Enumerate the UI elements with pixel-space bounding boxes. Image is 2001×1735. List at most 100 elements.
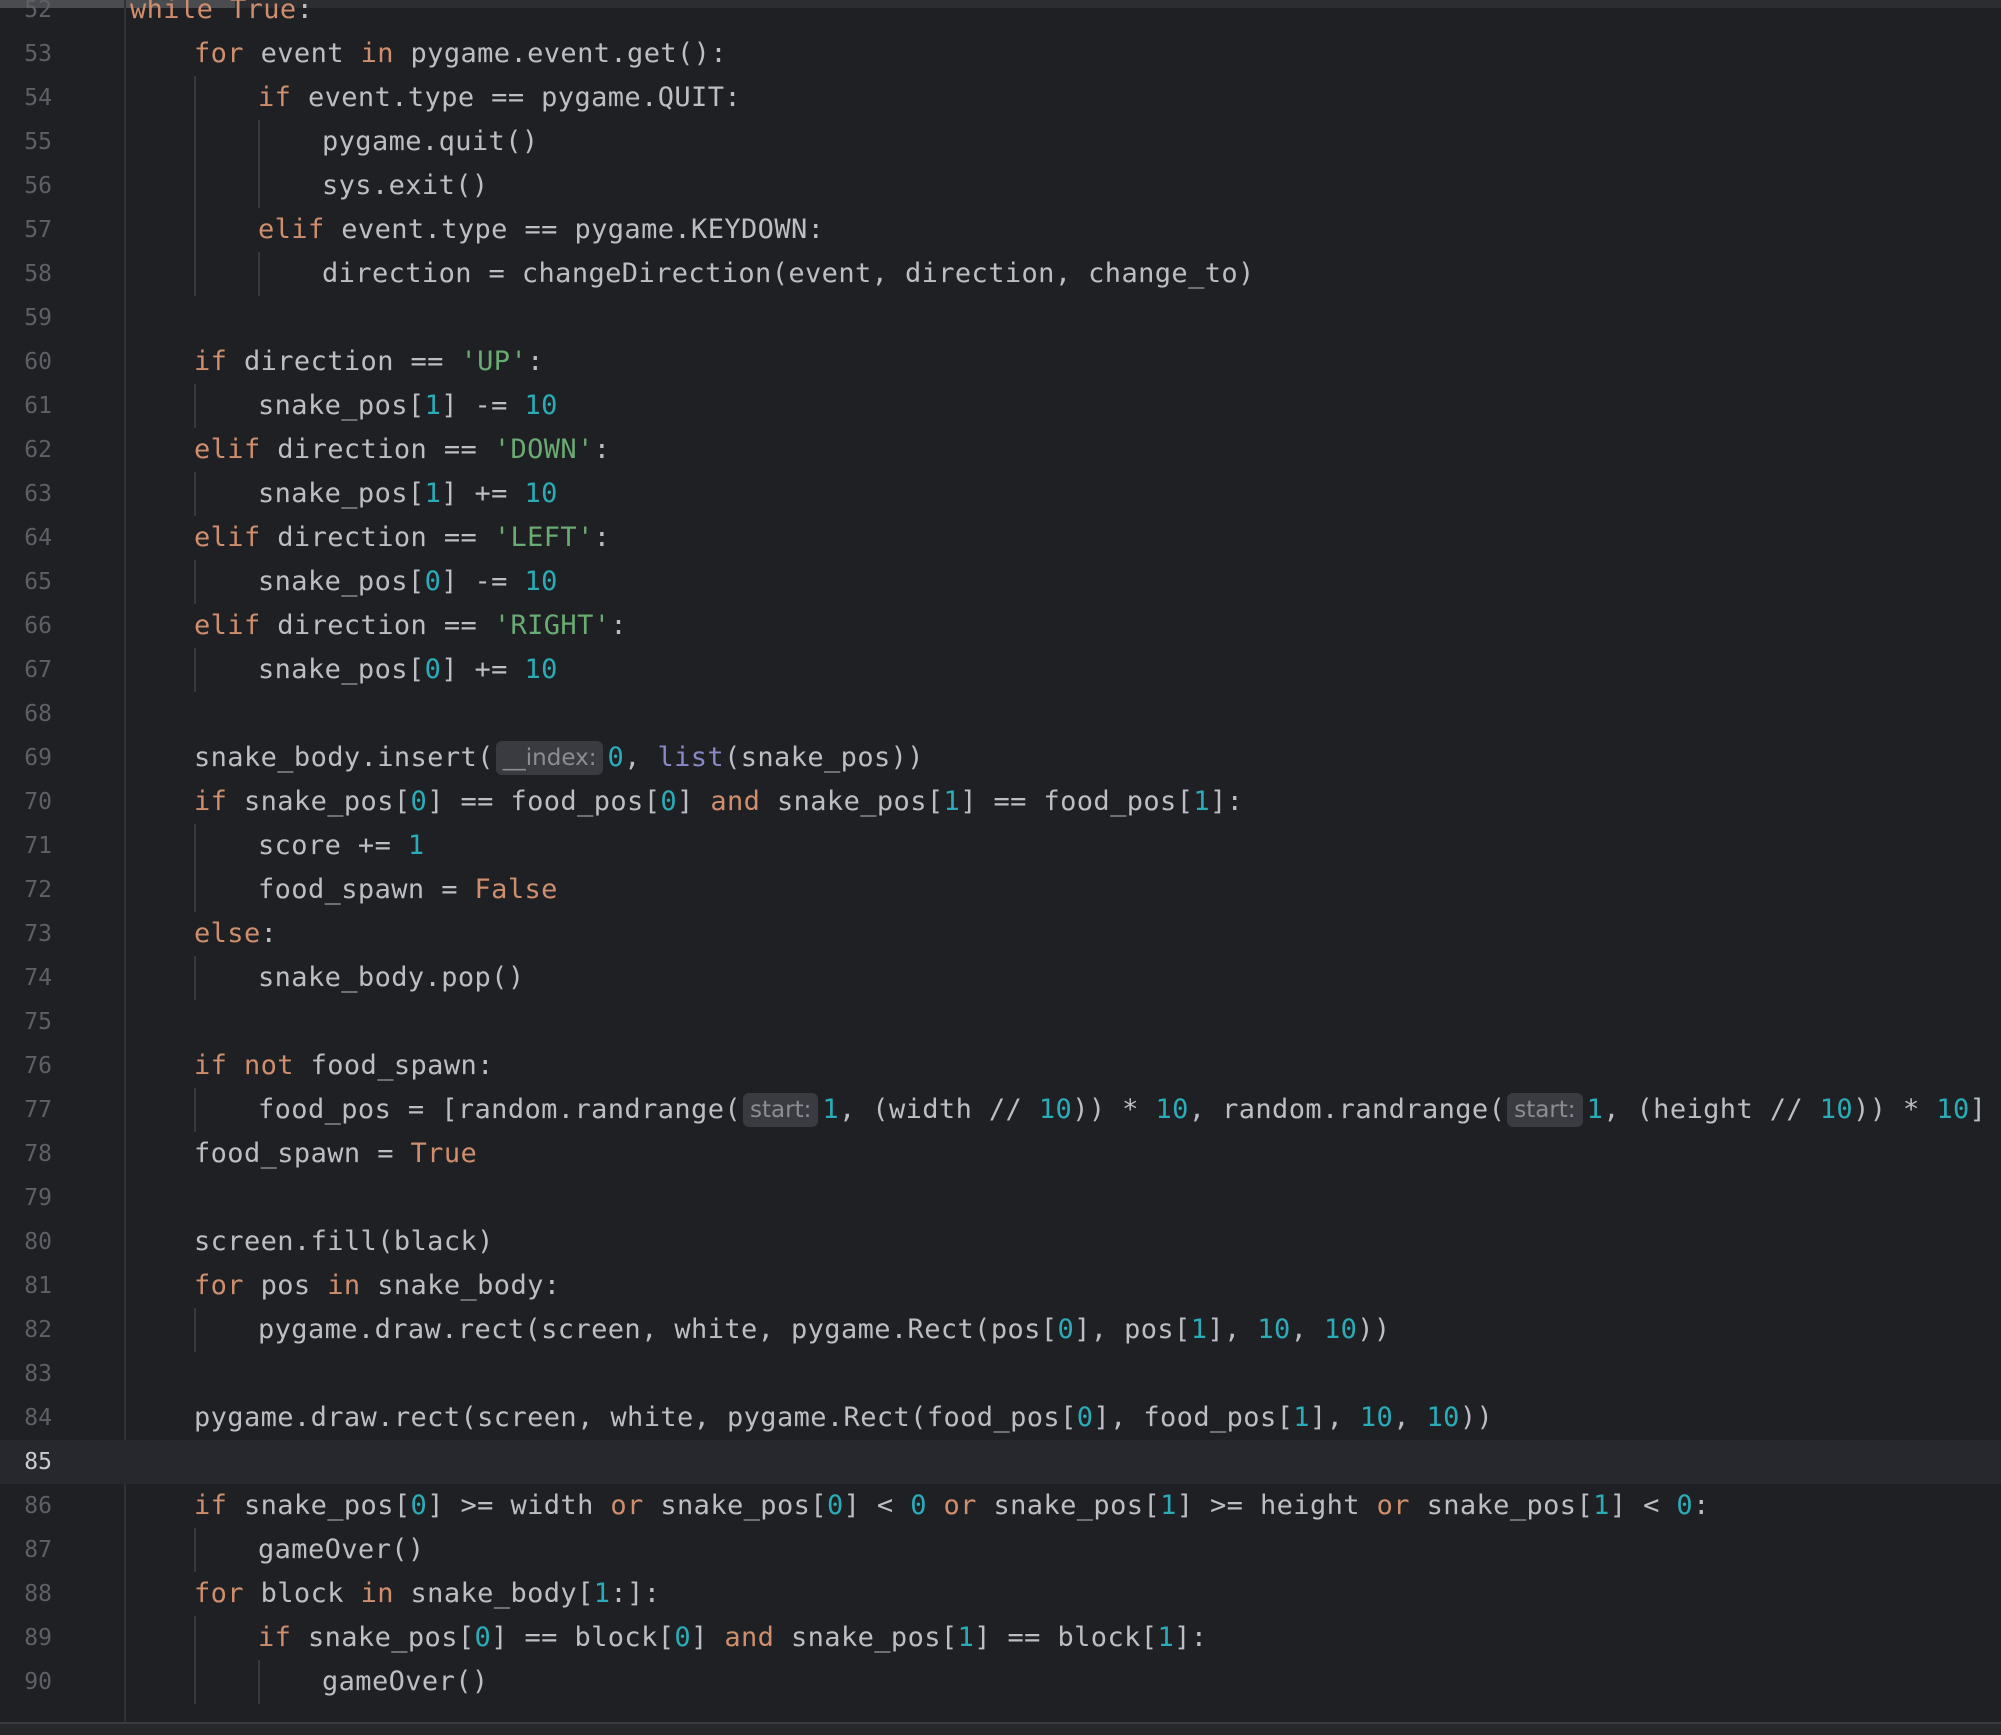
code-text[interactable]: if not food_spawn: — [194, 1044, 494, 1088]
code-line[interactable]: 86 if snake_pos[0] >= width or snake_pos[… — [0, 1484, 2001, 1528]
code-text[interactable]: food_spawn = False — [258, 868, 558, 912]
line-number[interactable]: 54 — [0, 76, 52, 120]
code-text[interactable]: gameOver() — [258, 1528, 425, 1572]
code-line[interactable]: 63 snake_pos[1] += 10 — [0, 472, 2001, 516]
code-line[interactable]: 70 if snake_pos[0] == food_pos[0] and sna… — [0, 780, 2001, 824]
code-line[interactable]: 65 snake_pos[0] -= 10 — [0, 560, 2001, 604]
code-line[interactable]: 69 snake_body.insert(__index: 0, list(snak… — [0, 736, 2001, 780]
code-text[interactable]: else: — [194, 912, 277, 956]
code-line[interactable]: 68 — [0, 692, 2001, 736]
code-line[interactable]: 64 elif direction == 'LEFT': — [0, 516, 2001, 560]
line-number[interactable]: 84 — [0, 1396, 52, 1440]
code-line[interactable]: 57 elif event.type == pygame.KEYDOWN: — [0, 208, 2001, 252]
line-number[interactable]: 59 — [0, 296, 52, 340]
code-text[interactable]: for event in pygame.event.get(): — [194, 32, 727, 76]
code-lines[interactable]: 52 while True: 53 for event in pygame.event… — [0, 0, 2001, 1704]
code-text[interactable]: food_spawn = True — [194, 1132, 477, 1176]
line-number[interactable]: 72 — [0, 868, 52, 912]
code-line[interactable]: 71 score += 1 — [0, 824, 2001, 868]
line-number[interactable]: 61 — [0, 384, 52, 428]
code-text[interactable]: snake_pos[1] -= 10 — [258, 384, 558, 428]
code-line[interactable]: 90 gameOver() — [0, 1660, 2001, 1704]
code-text[interactable]: pygame.draw.rect(screen, white, pygame.R… — [194, 1396, 1493, 1440]
line-number[interactable]: 58 — [0, 252, 52, 296]
line-number[interactable]: 85 — [0, 1440, 52, 1484]
code-text[interactable]: pygame.draw.rect(screen, white, pygame.R… — [258, 1308, 1391, 1352]
code-text[interactable]: snake_pos[1] += 10 — [258, 472, 558, 516]
code-line[interactable]: 77 food_pos = [random.randrange(start: 1, … — [0, 1088, 2001, 1132]
code-text[interactable]: sys.exit() — [322, 164, 489, 208]
code-line[interactable]: 83 — [0, 1352, 2001, 1396]
line-number[interactable]: 83 — [0, 1352, 52, 1396]
line-number[interactable]: 82 — [0, 1308, 52, 1352]
code-line[interactable]: 54 if event.type == pygame.QUIT: — [0, 76, 2001, 120]
code-text[interactable]: snake_pos[0] -= 10 — [258, 560, 558, 604]
code-text[interactable]: if event.type == pygame.QUIT: — [258, 76, 741, 120]
code-line[interactable]: 76 if not food_spawn: — [0, 1044, 2001, 1088]
code-line[interactable]: 85 — [0, 1440, 2001, 1484]
code-line[interactable]: 75 — [0, 1000, 2001, 1044]
line-number[interactable]: 78 — [0, 1132, 52, 1176]
line-number[interactable]: 90 — [0, 1660, 52, 1704]
line-number[interactable]: 69 — [0, 736, 52, 780]
code-text[interactable]: for pos in snake_body: — [194, 1264, 560, 1308]
line-number[interactable]: 71 — [0, 824, 52, 868]
code-editor[interactable]: 52 while True: 53 for event in pygame.event… — [0, 0, 2001, 1735]
code-text[interactable]: screen.fill(black) — [194, 1220, 494, 1264]
code-text[interactable]: snake_pos[0] += 10 — [258, 648, 558, 692]
code-line[interactable]: 67 snake_pos[0] += 10 — [0, 648, 2001, 692]
code-text[interactable]: if snake_pos[0] == food_pos[0] and snake… — [194, 780, 1243, 824]
code-line[interactable]: 78 food_spawn = True — [0, 1132, 2001, 1176]
line-number[interactable]: 89 — [0, 1616, 52, 1660]
code-text[interactable]: if snake_pos[0] == block[0] and snake_po… — [258, 1616, 1207, 1660]
code-text[interactable]: elif event.type == pygame.KEYDOWN: — [258, 208, 824, 252]
line-number[interactable]: 64 — [0, 516, 52, 560]
code-text[interactable]: elif direction == 'DOWN': — [194, 428, 610, 472]
line-number[interactable]: 81 — [0, 1264, 52, 1308]
code-line[interactable]: 72 food_spawn = False — [0, 868, 2001, 912]
code-line[interactable]: 60 if direction == 'UP': — [0, 340, 2001, 384]
line-number[interactable]: 56 — [0, 164, 52, 208]
code-text[interactable]: score += 1 — [258, 824, 425, 868]
line-number[interactable]: 76 — [0, 1044, 52, 1088]
line-number[interactable]: 88 — [0, 1572, 52, 1616]
line-number[interactable]: 66 — [0, 604, 52, 648]
code-text[interactable]: if snake_pos[0] >= width or snake_pos[0]… — [194, 1484, 1710, 1528]
code-line[interactable]: 80 screen.fill(black) — [0, 1220, 2001, 1264]
line-number[interactable]: 74 — [0, 956, 52, 1000]
line-number[interactable]: 86 — [0, 1484, 52, 1528]
code-line[interactable]: 55 pygame.quit() — [0, 120, 2001, 164]
line-number[interactable]: 70 — [0, 780, 52, 824]
code-line[interactable]: 82 pygame.draw.rect(screen, white, pygame… — [0, 1308, 2001, 1352]
code-line[interactable]: 66 elif direction == 'RIGHT': — [0, 604, 2001, 648]
line-number[interactable]: 73 — [0, 912, 52, 956]
line-number[interactable]: 75 — [0, 1000, 52, 1044]
line-number[interactable]: 79 — [0, 1176, 52, 1220]
code-text[interactable]: while True: — [130, 0, 313, 32]
code-text[interactable]: snake_body.insert(__index: 0, list(snake_… — [194, 736, 924, 780]
line-number[interactable]: 68 — [0, 692, 52, 736]
code-line[interactable]: 89 if snake_pos[0] == block[0] and snake_… — [0, 1616, 2001, 1660]
code-text[interactable]: for block in snake_body[1:]: — [194, 1572, 660, 1616]
line-number[interactable]: 57 — [0, 208, 52, 252]
code-line[interactable]: 61 snake_pos[1] -= 10 — [0, 384, 2001, 428]
line-number[interactable]: 67 — [0, 648, 52, 692]
code-line[interactable]: 88 for block in snake_body[1:]: — [0, 1572, 2001, 1616]
code-line[interactable]: 79 — [0, 1176, 2001, 1220]
code-line[interactable]: 56 sys.exit() — [0, 164, 2001, 208]
code-text[interactable]: pygame.quit() — [322, 120, 539, 164]
code-line[interactable]: 81 for pos in snake_body: — [0, 1264, 2001, 1308]
line-number[interactable]: 55 — [0, 120, 52, 164]
code-line[interactable]: 73 else: — [0, 912, 2001, 956]
code-text[interactable]: food_pos = [random.randrange(start: 1, (w… — [258, 1088, 1986, 1132]
code-line[interactable]: 84 pygame.draw.rect(screen, white, pygame… — [0, 1396, 2001, 1440]
code-text[interactable]: if direction == 'UP': — [194, 340, 544, 384]
code-text[interactable]: direction = changeDirection(event, direc… — [322, 252, 1255, 296]
line-number[interactable]: 60 — [0, 340, 52, 384]
line-number[interactable]: 63 — [0, 472, 52, 516]
code-line[interactable]: 58 direction = changeDirection(event, dir… — [0, 252, 2001, 296]
code-text[interactable]: snake_body.pop() — [258, 956, 525, 1000]
line-number[interactable]: 52 — [0, 0, 52, 32]
code-text[interactable]: gameOver() — [322, 1660, 489, 1704]
line-number[interactable]: 87 — [0, 1528, 52, 1572]
